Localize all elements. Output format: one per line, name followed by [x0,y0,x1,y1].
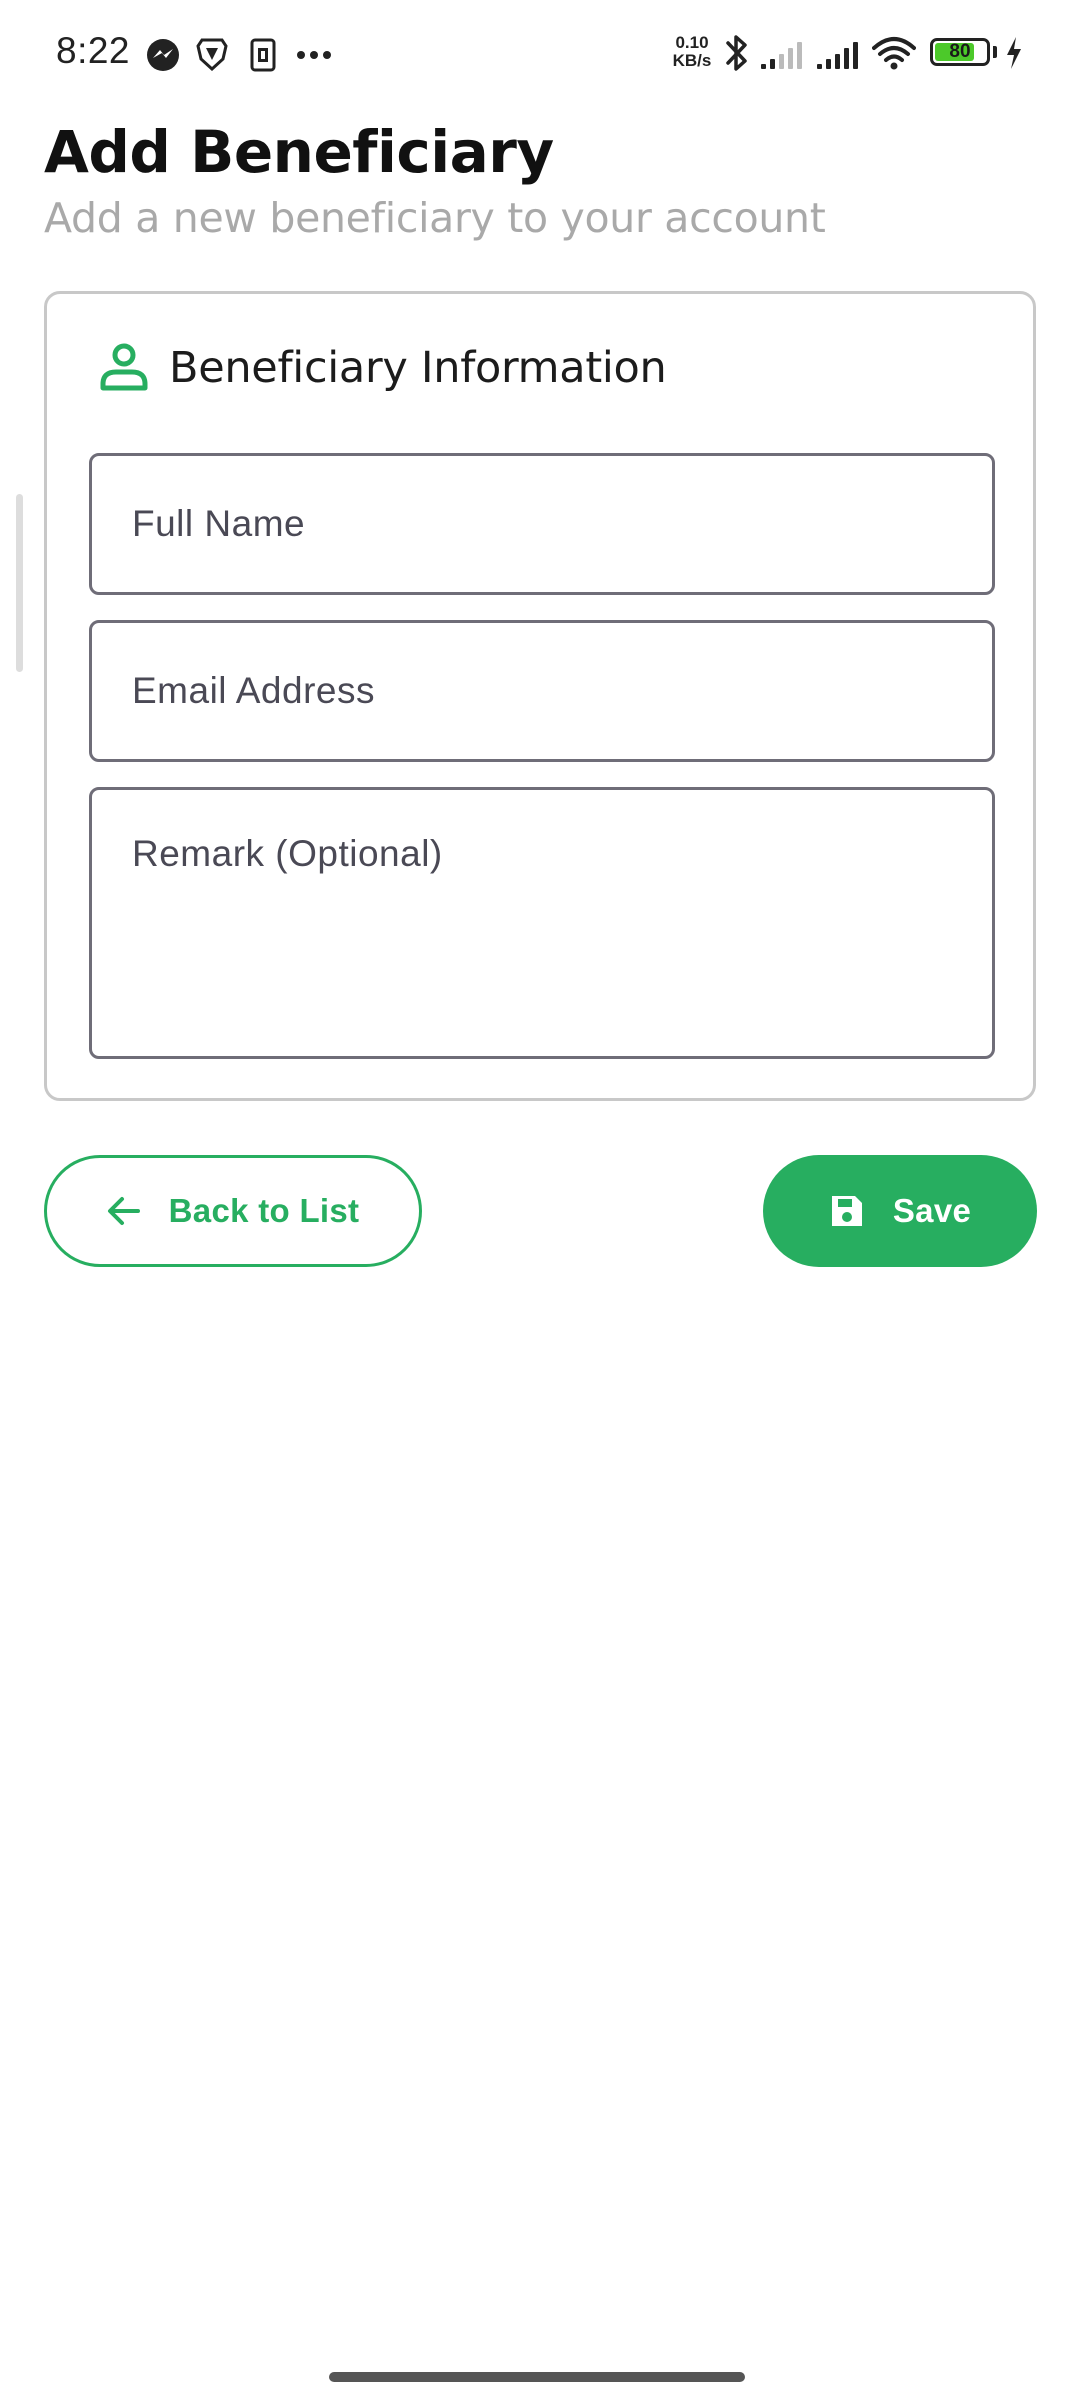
save-label: Save [892,1192,972,1229]
save-button[interactable]: Save [763,1155,1037,1267]
card-title: Beneficiary Information [169,343,667,393]
signal-weak-icon [761,42,802,69]
arrow-left-icon [107,1197,140,1225]
signal-full-icon [817,42,858,69]
page-title: Add Beneficiary [44,118,554,186]
network-speed-unit: KB/s [672,51,712,70]
status-bar: 8:22 0.10 KB/s 80 [0,0,1080,110]
scroll-indicator[interactable] [16,494,23,672]
battery-cap [993,46,997,58]
network-speed-value: 0.10 [675,33,709,52]
wifi-icon [872,37,916,70]
battery-level: 80 [949,41,971,62]
battery-icon: 80 [930,38,990,66]
save-icon [831,1196,862,1226]
back-to-list-button[interactable]: Back to List [44,1155,422,1267]
home-indicator[interactable] [329,2372,745,2382]
charging-icon [1007,37,1021,69]
messenger-icon [147,39,179,71]
full-name-input[interactable] [89,453,995,595]
sim-card-icon [250,38,276,72]
app-screen: 8:22 0.10 KB/s 80 Add Beneficiary Add a … [0,0,1080,2400]
page-subtitle: Add a new beneficiary to your account [44,194,826,242]
card-header: Beneficiary Information [99,336,667,400]
person-icon [100,343,148,391]
remark-textarea[interactable] [89,787,995,1059]
network-speed: 0.10 KB/s [668,34,716,70]
more-notifications-icon [297,51,331,59]
status-time: 8:22 [56,30,131,71]
back-to-list-label: Back to List [168,1192,360,1229]
email-address-input[interactable] [89,620,995,762]
bluetooth-icon [726,35,747,71]
brave-browser-icon [196,38,228,71]
beneficiary-info-card: Beneficiary Information [44,291,1036,1101]
